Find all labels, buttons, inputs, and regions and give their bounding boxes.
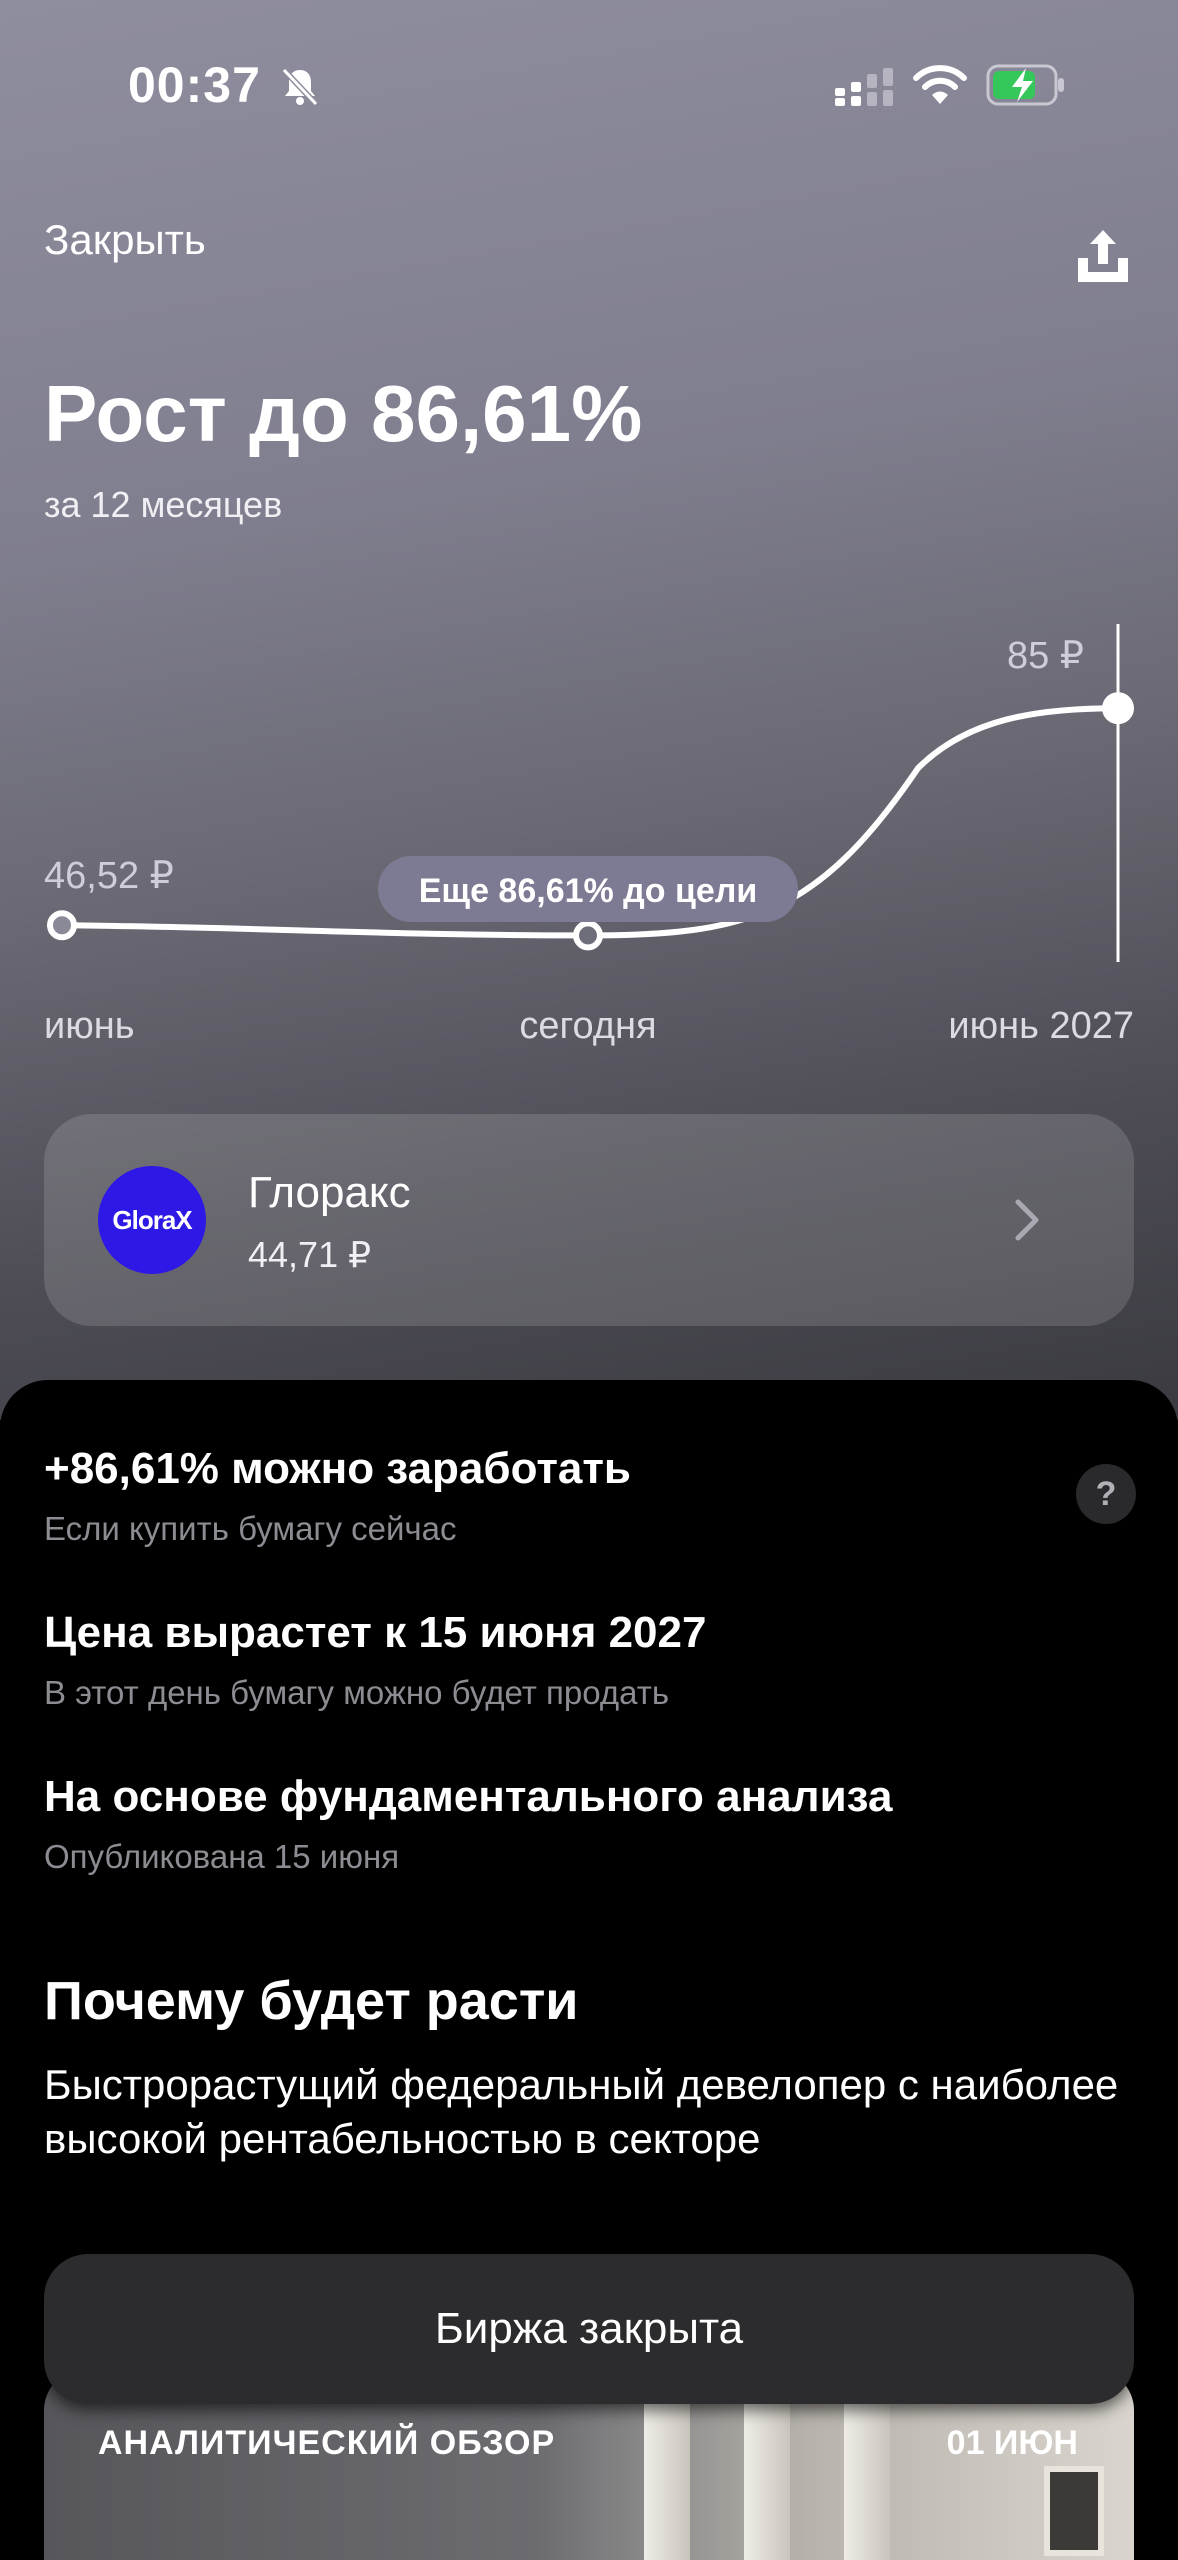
building-window — [1044, 2466, 1104, 2556]
wifi-icon — [913, 65, 967, 104]
growth-title: Рост до 86,61% — [44, 369, 643, 458]
detail-subtitle: Если купить бумагу сейчас — [44, 1510, 457, 1547]
review-label: АНАЛИТИЧЕСКИЙ ОБЗОР — [98, 2424, 556, 2462]
price-forecast-chart: 46,52 ₽ 85 ₽ Еще 86,61% до цели июнь сег… — [44, 624, 1134, 1047]
why-text: Быстрорастущий федеральный девелопер с н… — [44, 2061, 1119, 2162]
x-tick-label: июнь — [44, 1005, 135, 1047]
chevron-right-icon — [1015, 1199, 1039, 1241]
question-icon[interactable]: ? — [1076, 1464, 1136, 1524]
detail-subtitle: Опубликована 15 июня — [44, 1838, 400, 1875]
detail-subtitle: В этот день бумагу можно будет продать — [44, 1674, 670, 1711]
status-time: 00:37 — [128, 57, 261, 113]
why-title: Почему будет расти — [44, 1971, 579, 2031]
battery-charging-icon — [986, 64, 1064, 106]
review-date: 01 ИЮН — [946, 2424, 1078, 2462]
growth-period: за 12 месяцев — [44, 484, 283, 525]
end-value-label: 85 ₽ — [1007, 635, 1084, 677]
signal-icon — [835, 68, 893, 106]
today-point — [573, 920, 603, 951]
glorax-logo: GloraX — [98, 1166, 206, 1274]
share-icon[interactable] — [1072, 226, 1134, 288]
detail-title: Цена вырастет к 15 июня 2027 — [44, 1608, 707, 1657]
instrument-name: Глоракс — [248, 1168, 411, 1217]
detail-title: +86,61% можно заработать — [44, 1444, 631, 1493]
instrument-card[interactable]: GloraX Глоракс 44,71 ₽ — [44, 1114, 1134, 1326]
annotation-text: Еще 86,61% до цели — [419, 872, 758, 910]
start-value-label: 46,52 ₽ — [44, 855, 174, 897]
target-point — [1102, 692, 1134, 725]
exchange-closed-button[interactable]: Биржа закрыта — [44, 2254, 1134, 2404]
x-tick-label: сегодня — [519, 1005, 656, 1047]
bell-muted-icon — [281, 67, 319, 107]
x-tick-label: июнь 2027 — [948, 1005, 1134, 1047]
start-point — [47, 910, 77, 941]
instrument-price: 44,71 ₽ — [248, 1234, 371, 1275]
detail-title: На основе фундаментального анализа — [44, 1772, 893, 1821]
close-button[interactable]: Закрыть — [44, 216, 206, 264]
